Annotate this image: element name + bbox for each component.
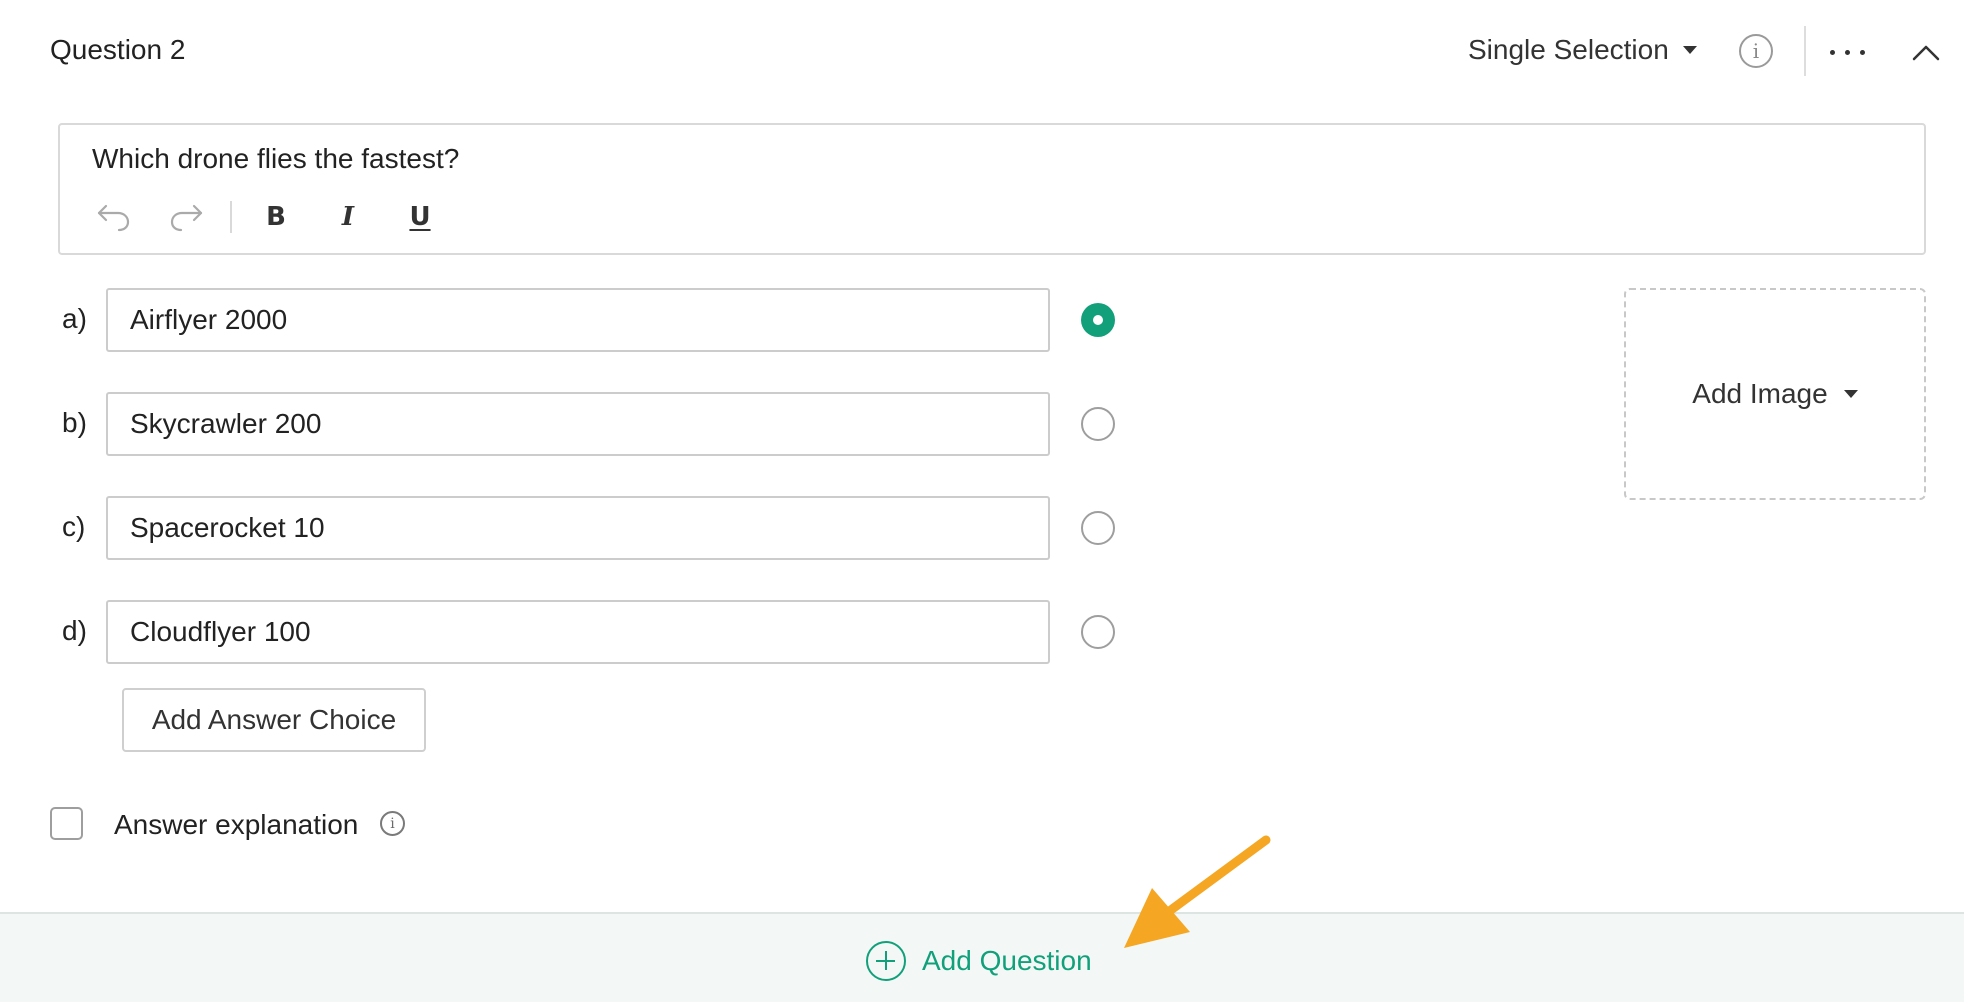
add-answer-choice-button[interactable]: Add Answer Choice [122,688,426,752]
add-question-button[interactable]: Add Question [866,941,1092,981]
undo-icon[interactable] [92,195,136,239]
underline-button[interactable]: U [398,195,442,239]
more-options-icon[interactable] [1826,42,1868,62]
answer-choice-row: d) [60,600,1120,664]
question-type-dropdown[interactable]: Single Selection [1468,34,1697,66]
correct-answer-radio[interactable] [1081,303,1115,337]
header-divider [1804,26,1806,76]
italic-button[interactable]: I [326,195,370,239]
caret-down-icon [1682,46,1697,54]
question-text-editor[interactable]: Which drone flies the fastest? B I U [58,123,1926,255]
question-text[interactable]: Which drone flies the fastest? [92,143,459,175]
question-type-label: Single Selection [1468,34,1669,65]
answer-explanation-checkbox[interactable] [50,807,83,840]
caret-down-icon [1843,390,1858,398]
answer-input[interactable] [106,496,1050,560]
chevron-up-icon[interactable] [1910,38,1942,66]
answer-input[interactable] [106,600,1050,664]
question-editor-page: Question 2 Single Selection i Which dron… [0,0,1964,1002]
answer-explanation-label: Answer explanation [114,809,359,840]
add-image-label: Add Image [1692,378,1828,409]
answer-letter: b) [62,407,87,438]
answer-letter: d) [62,615,87,646]
toolbar-divider [230,201,232,233]
answer-input[interactable] [106,392,1050,456]
plus-circle-icon [866,941,906,981]
add-image-dropdown[interactable]: Add Image [1624,288,1926,500]
correct-answer-radio[interactable] [1081,615,1115,649]
redo-icon[interactable] [164,195,208,239]
bold-button[interactable]: B [254,195,298,239]
question-title: Question 2 [50,34,186,65]
info-icon[interactable]: i [380,811,405,836]
answer-input[interactable] [106,288,1050,352]
answer-letter: c) [62,511,86,542]
info-icon[interactable]: i [1739,34,1773,68]
answer-choice-row: a) [60,288,1120,352]
correct-answer-radio[interactable] [1081,407,1115,441]
correct-answer-radio[interactable] [1081,511,1115,545]
answer-choice-row: b) [60,392,1120,456]
answer-choice-row: c) [60,496,1120,560]
formatting-toolbar: B I U [92,195,470,239]
add-question-label: Add Question [922,945,1092,976]
footer-bar: Add Question [0,912,1964,1002]
answer-letter: a) [62,303,87,334]
